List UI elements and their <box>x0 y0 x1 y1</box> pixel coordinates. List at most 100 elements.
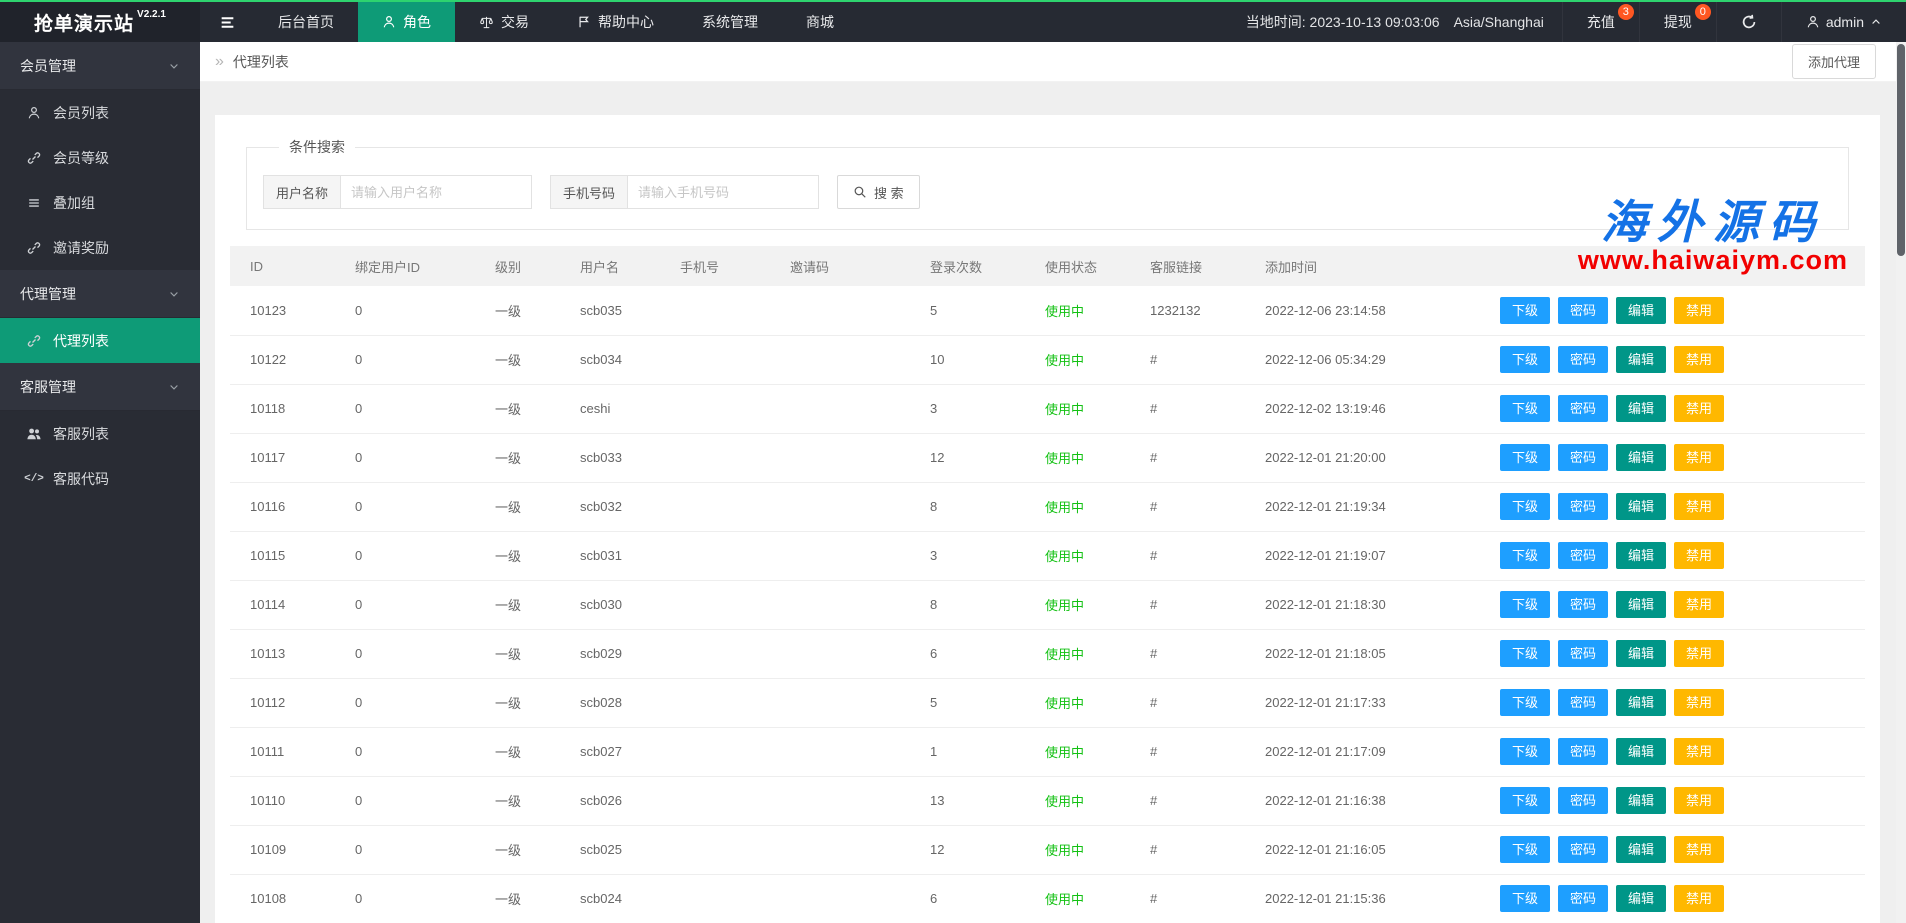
nav-item-label: 商城 <box>806 12 834 32</box>
cell-username: scb030 <box>570 580 670 629</box>
action-sublevel-button[interactable]: 下级 <box>1500 836 1550 863</box>
action-password-button[interactable]: 密码 <box>1558 542 1608 569</box>
cell-service-link: # <box>1140 874 1255 923</box>
sidebar-item-service-code[interactable]: </>客服代码 <box>0 456 200 501</box>
action-sublevel-button[interactable]: 下级 <box>1500 689 1550 716</box>
recharge-button[interactable]: 充值 3 <box>1562 2 1639 42</box>
nav-item-help[interactable]: 帮助中心 <box>553 2 678 42</box>
action-sublevel-button[interactable]: 下级 <box>1500 395 1550 422</box>
nav-item-home[interactable]: 后台首页 <box>254 2 358 42</box>
cell-service-link: # <box>1140 482 1255 531</box>
action-password-button[interactable]: 密码 <box>1558 640 1608 667</box>
scrollbar-thumb[interactable] <box>1897 44 1905 256</box>
action-disable-button[interactable]: 禁用 <box>1674 836 1724 863</box>
action-password-button[interactable]: 密码 <box>1558 836 1608 863</box>
action-sublevel-button[interactable]: 下级 <box>1500 787 1550 814</box>
action-disable-button[interactable]: 禁用 <box>1674 444 1724 471</box>
action-edit-button[interactable]: 编辑 <box>1616 689 1666 716</box>
action-sublevel-button[interactable]: 下级 <box>1500 297 1550 324</box>
action-sublevel-button[interactable]: 下级 <box>1500 591 1550 618</box>
cell-id: 10113 <box>230 629 345 678</box>
action-password-button[interactable]: 密码 <box>1558 297 1608 324</box>
action-password-button[interactable]: 密码 <box>1558 738 1608 765</box>
sidebar-item-stack-group[interactable]: 叠加组 <box>0 180 200 225</box>
action-edit-button[interactable]: 编辑 <box>1616 591 1666 618</box>
refresh-button[interactable] <box>1716 2 1781 42</box>
action-password-button[interactable]: 密码 <box>1558 885 1608 912</box>
action-sublevel-button[interactable]: 下级 <box>1500 885 1550 912</box>
cell-invite-code <box>780 384 920 433</box>
action-edit-button[interactable]: 编辑 <box>1616 444 1666 471</box>
table-row: 101080一级scb0246使用中#2022-12-01 21:15:36下级… <box>230 874 1865 923</box>
action-password-button[interactable]: 密码 <box>1558 787 1608 814</box>
action-edit-button[interactable]: 编辑 <box>1616 346 1666 373</box>
add-agent-button[interactable]: 添加代理 <box>1792 44 1876 79</box>
top-header: 抢单演示站 V2.2.1 后台首页角色交易帮助中心系统管理商城 当地时间: 20… <box>0 2 1906 42</box>
username-input[interactable] <box>340 175 532 209</box>
action-disable-button[interactable]: 禁用 <box>1674 640 1724 667</box>
hamburger-icon[interactable] <box>200 2 254 42</box>
action-disable-button[interactable]: 禁用 <box>1674 738 1724 765</box>
app-logo: 抢单演示站 V2.2.1 <box>0 2 200 42</box>
search-button[interactable]: 搜 索 <box>837 175 920 209</box>
sidebar-item-service-list[interactable]: 客服列表 <box>0 411 200 456</box>
user-menu[interactable]: admin <box>1781 2 1906 42</box>
vertical-scrollbar[interactable] <box>1896 42 1906 923</box>
sidebar-item-invite-reward[interactable]: 邀请奖励 <box>0 225 200 270</box>
action-password-button[interactable]: 密码 <box>1558 346 1608 373</box>
nav-item-trade[interactable]: 交易 <box>455 2 553 42</box>
action-edit-button[interactable]: 编辑 <box>1616 493 1666 520</box>
action-disable-button[interactable]: 禁用 <box>1674 787 1724 814</box>
cell-status: 使用中 <box>1035 531 1140 580</box>
withdraw-button[interactable]: 提现 0 <box>1639 2 1716 42</box>
search-form: 用户名称 手机号码 搜 索 <box>263 175 1832 209</box>
action-sublevel-button[interactable]: 下级 <box>1500 542 1550 569</box>
action-password-button[interactable]: 密码 <box>1558 689 1608 716</box>
action-disable-button[interactable]: 禁用 <box>1674 689 1724 716</box>
action-disable-button[interactable]: 禁用 <box>1674 885 1724 912</box>
sidebar-section-member[interactable]: 会员管理 <box>0 42 200 90</box>
action-disable-button[interactable]: 禁用 <box>1674 542 1724 569</box>
recharge-label: 充值 <box>1587 12 1615 32</box>
cell-level: 一级 <box>485 874 570 923</box>
action-edit-button[interactable]: 编辑 <box>1616 542 1666 569</box>
action-password-button[interactable]: 密码 <box>1558 395 1608 422</box>
action-sublevel-button[interactable]: 下级 <box>1500 738 1550 765</box>
action-edit-button[interactable]: 编辑 <box>1616 885 1666 912</box>
action-disable-button[interactable]: 禁用 <box>1674 591 1724 618</box>
phone-input[interactable] <box>627 175 819 209</box>
action-sublevel-button[interactable]: 下级 <box>1500 346 1550 373</box>
cell-actions: 下级密码编辑禁用 <box>1490 776 1865 825</box>
sidebar-item-label: 客服代码 <box>53 469 109 489</box>
action-disable-button[interactable]: 禁用 <box>1674 395 1724 422</box>
action-password-button[interactable]: 密码 <box>1558 493 1608 520</box>
nav-item-role[interactable]: 角色 <box>358 2 455 42</box>
action-edit-button[interactable]: 编辑 <box>1616 640 1666 667</box>
cell-id: 10117 <box>230 433 345 482</box>
action-password-button[interactable]: 密码 <box>1558 444 1608 471</box>
cell-id: 10114 <box>230 580 345 629</box>
action-sublevel-button[interactable]: 下级 <box>1500 640 1550 667</box>
action-edit-button[interactable]: 编辑 <box>1616 836 1666 863</box>
cell-invite-code <box>780 727 920 776</box>
cell-phone <box>670 531 780 580</box>
action-disable-button[interactable]: 禁用 <box>1674 346 1724 373</box>
action-edit-button[interactable]: 编辑 <box>1616 787 1666 814</box>
action-edit-button[interactable]: 编辑 <box>1616 297 1666 324</box>
nav-item-mall[interactable]: 商城 <box>782 2 858 42</box>
action-disable-button[interactable]: 禁用 <box>1674 493 1724 520</box>
sidebar-item-member-list[interactable]: 会员列表 <box>0 90 200 135</box>
action-sublevel-button[interactable]: 下级 <box>1500 444 1550 471</box>
sidebar-section-agent[interactable]: 代理管理 <box>0 270 200 318</box>
cell-invite-code <box>780 335 920 384</box>
nav-item-system[interactable]: 系统管理 <box>678 2 782 42</box>
action-edit-button[interactable]: 编辑 <box>1616 738 1666 765</box>
action-disable-button[interactable]: 禁用 <box>1674 297 1724 324</box>
table-row: 101170一级scb03312使用中#2022-12-01 21:20:00下… <box>230 433 1865 482</box>
action-sublevel-button[interactable]: 下级 <box>1500 493 1550 520</box>
sidebar-item-member-level[interactable]: 会员等级 <box>0 135 200 180</box>
action-password-button[interactable]: 密码 <box>1558 591 1608 618</box>
sidebar-section-service[interactable]: 客服管理 <box>0 363 200 411</box>
action-edit-button[interactable]: 编辑 <box>1616 395 1666 422</box>
sidebar-item-agent-list[interactable]: 代理列表 <box>0 318 200 363</box>
